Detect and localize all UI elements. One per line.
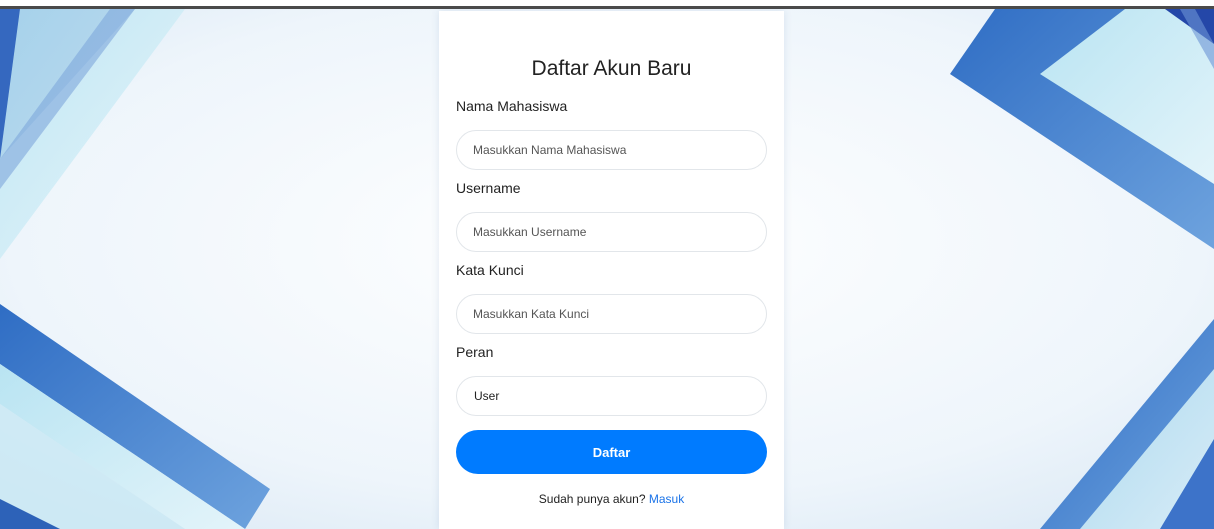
password-input[interactable]	[456, 294, 767, 334]
username-input[interactable]	[456, 212, 767, 252]
username-label: Username	[456, 180, 521, 196]
register-button[interactable]: Daftar	[456, 430, 767, 474]
page-title: Daftar Akun Baru	[531, 57, 692, 80]
window-top-edge	[0, 0, 1214, 9]
login-prompt-line: Sudah punya akun? Masuk	[439, 492, 784, 506]
role-select-value: User	[474, 389, 500, 403]
login-prompt-text: Sudah punya akun?	[538, 492, 646, 506]
password-label: Kata Kunci	[456, 262, 524, 278]
login-link[interactable]: Masuk	[649, 492, 684, 506]
role-select[interactable]: User	[456, 376, 767, 416]
name-input[interactable]	[456, 130, 767, 170]
register-card: Daftar Akun Baru Nama Mahasiswa Username…	[439, 11, 784, 529]
role-label: Peran	[456, 344, 494, 360]
name-label: Nama Mahasiswa	[456, 98, 568, 114]
